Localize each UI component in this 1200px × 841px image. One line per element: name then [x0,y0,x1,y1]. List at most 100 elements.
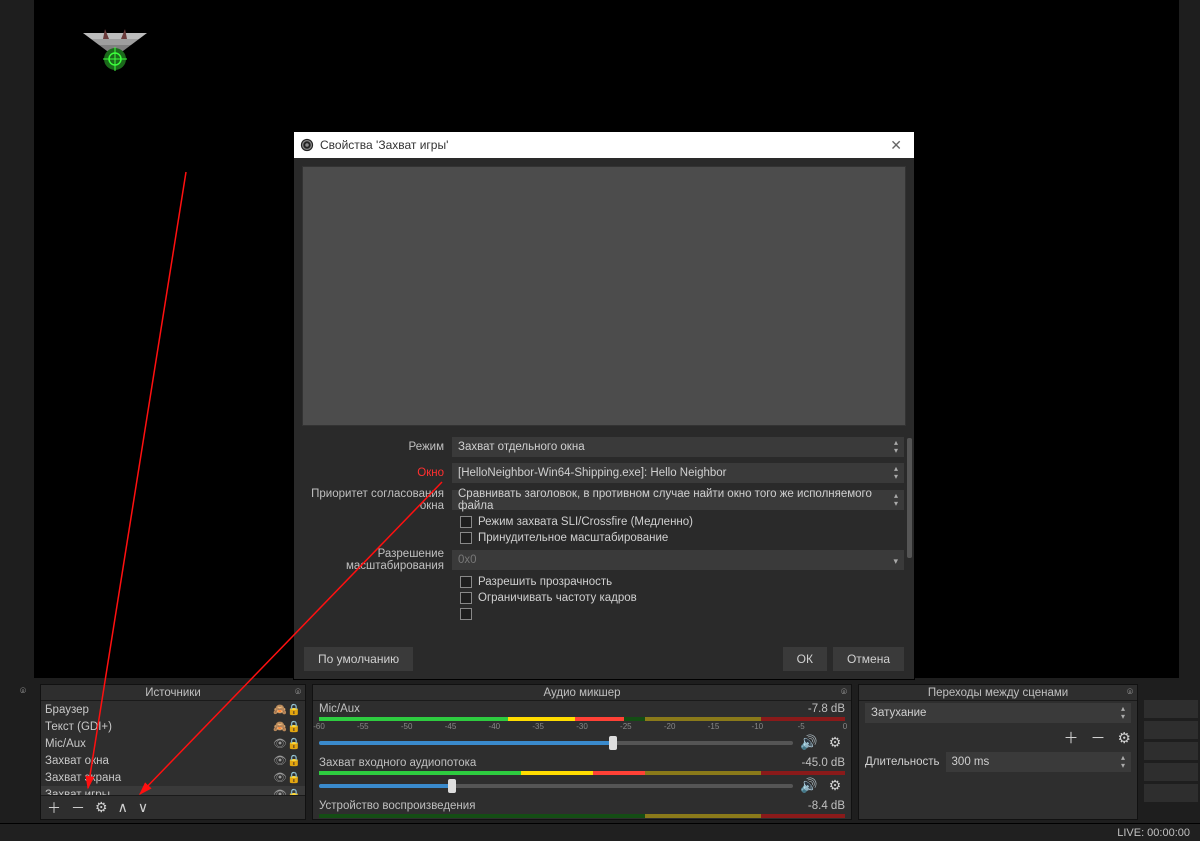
sources-list: Браузер 🙈 🔒Текст (GDI+) 🙈 🔒Mic/Aux 👁 🔒За… [41,701,305,795]
control-button[interactable] [1144,721,1198,739]
properties-form: Режим Захват отдельного окна▴▾ Окно [Hel… [294,432,914,639]
source-item[interactable]: Mic/Aux 👁 🔒 [41,735,305,752]
ok-button[interactable]: ОК [783,647,827,671]
sources-panel: Источники⌾ Браузер 🙈 🔒Текст (GDI+) 🙈 🔒Mi… [40,684,306,820]
visibility-toggle[interactable]: 🙈 [273,703,287,716]
visibility-toggle[interactable]: 👁 [273,788,287,795]
mixer-channel: Mic/Aux-7.8 dB -60-55-50-45-40-35-30-25-… [313,701,851,755]
control-button[interactable] [1144,784,1198,802]
source-name: Текст (GDI+) [45,721,273,733]
control-button[interactable] [1144,763,1198,781]
channel-settings-button[interactable]: ⚙ [825,734,845,751]
transparency-checkbox[interactable] [460,576,472,588]
pin-icon[interactable]: ⌾ [20,686,30,696]
source-name: Захват экрана [45,772,273,784]
remove-source-button[interactable]: － [71,798,85,818]
mode-select[interactable]: Захват отдельного окна▴▾ [452,437,904,457]
source-name: Захват окна [45,755,273,767]
mode-label: Режим [304,441,452,453]
channel-name: Захват входного аудиопотока [319,757,802,769]
mixer-channel: Захват входного аудиопотока-45.0 dB 🔊 ⚙ [313,755,851,798]
scenes-panel-collapsed[interactable]: ⌾ [0,684,34,820]
lock-toggle[interactable]: 🔒 [287,771,301,784]
lock-toggle[interactable]: 🔒 [287,737,301,750]
mute-button[interactable]: 🔊 [799,734,819,751]
priority-label: Приоритет согласования окна [304,488,452,512]
dialog-title: Свойства 'Захват игры' [320,138,884,152]
force-scale-checkbox[interactable] [460,532,472,544]
scale-res-label: Разрешение масштабирования [304,548,452,572]
lock-toggle[interactable]: 🔒 [287,754,301,767]
limit-fps-label: Ограничивать частоту кадров [478,592,637,604]
volume-slider[interactable] [319,741,793,745]
channel-db: -45.0 dB [802,757,845,769]
source-name: Захват игры [45,789,273,796]
channel-db: -8.4 dB [808,800,845,812]
scale-res-select[interactable]: 0x0▾ [452,550,904,570]
priority-select[interactable]: Сравнивать заголовок, в противном случае… [452,490,904,510]
lock-toggle[interactable]: 🔒 [287,788,301,795]
pin-icon[interactable]: ⌾ [841,687,847,698]
lock-toggle[interactable]: 🔒 [287,720,301,733]
control-button[interactable] [1144,700,1198,718]
limit-fps-checkbox[interactable] [460,592,472,604]
remove-transition-button[interactable]: － [1091,727,1106,748]
status-bar: LIVE: 00:00:00 [0,823,1200,841]
duration-label: Длительность [865,756,940,768]
mixer-title: Аудио микшер [543,687,620,699]
visibility-toggle[interactable]: 🙈 [273,720,287,733]
vu-meter [319,717,845,721]
transitions-title: Переходы между сценами [928,687,1068,699]
channel-db: -7.8 dB [808,703,845,715]
channel-settings-button[interactable]: ⚙ [825,777,845,794]
dialog-titlebar[interactable]: Свойства 'Захват игры' ✕ [294,132,914,158]
visibility-toggle[interactable]: 👁 [273,771,287,784]
source-item[interactable]: Браузер 🙈 🔒 [41,701,305,718]
properties-dialog: Свойства 'Захват игры' ✕ Режим Захват от… [293,131,915,680]
sli-checkbox[interactable] [460,516,472,528]
close-icon[interactable]: ✕ [884,137,908,154]
duration-input[interactable]: 300 ms▴▾ [946,752,1131,772]
source-preview [302,166,906,426]
source-item[interactable]: Захват экрана 👁 🔒 [41,769,305,786]
channel-name: Устройство воспроизведения [319,800,808,812]
transparency-label: Разрешить прозрачность [478,576,612,588]
live-timer: LIVE: 00:00:00 [1117,827,1190,839]
source-name: Браузер [45,704,273,716]
vu-meter [319,814,845,818]
transition-settings-button[interactable]: ⚙ [1118,729,1131,747]
visibility-toggle[interactable]: 👁 [273,737,287,750]
source-item[interactable]: Текст (GDI+) 🙈 🔒 [41,718,305,735]
add-source-button[interactable]: ＋ [47,798,61,818]
cancel-button[interactable]: Отмена [833,647,904,671]
volume-slider[interactable] [319,784,793,788]
pin-icon[interactable]: ⌾ [1127,687,1133,698]
source-item[interactable]: Захват окна 👁 🔒 [41,752,305,769]
transitions-panel: Переходы между сценами⌾ Затухание▴▾ ＋ － … [858,684,1138,820]
controls-panel-collapsed [1144,684,1198,820]
form-scrollbar[interactable] [907,438,912,558]
defaults-button[interactable]: По умолчанию [304,647,413,671]
cut-checkbox[interactable] [460,608,472,620]
source-properties-button[interactable]: ⚙ [95,799,108,816]
mute-button[interactable]: 🔊 [799,777,819,794]
control-button[interactable] [1144,742,1198,760]
sli-label: Режим захвата SLI/Crossfire (Медленно) [478,516,693,528]
channel-name: Mic/Aux [319,703,808,715]
window-label: Окно [304,467,452,479]
move-down-button[interactable]: ∨ [138,799,148,816]
mixer-channel: Устройство воспроизведения-8.4 dB 🔊 ⚙ [313,798,851,819]
add-transition-button[interactable]: ＋ [1064,727,1079,748]
lock-toggle[interactable]: 🔒 [287,703,301,716]
mixer-panel: Аудио микшер ⌾ Mic/Aux-7.8 dB -60-55-50-4… [312,684,852,820]
source-name: Mic/Aux [45,738,273,750]
visibility-toggle[interactable]: 👁 [273,754,287,767]
source-item[interactable]: Захват игры 👁 🔒 [41,786,305,795]
transition-type-select[interactable]: Затухание▴▾ [865,703,1131,723]
move-up-button[interactable]: ∧ [118,799,128,816]
window-select[interactable]: [HelloNeighbor-Win64-Shipping.exe]: Hell… [452,463,904,483]
mixer-body: Mic/Aux-7.8 dB -60-55-50-45-40-35-30-25-… [313,701,851,819]
pin-icon[interactable]: ⌾ [295,687,301,698]
obs-icon [300,138,314,152]
vu-meter [319,771,845,775]
